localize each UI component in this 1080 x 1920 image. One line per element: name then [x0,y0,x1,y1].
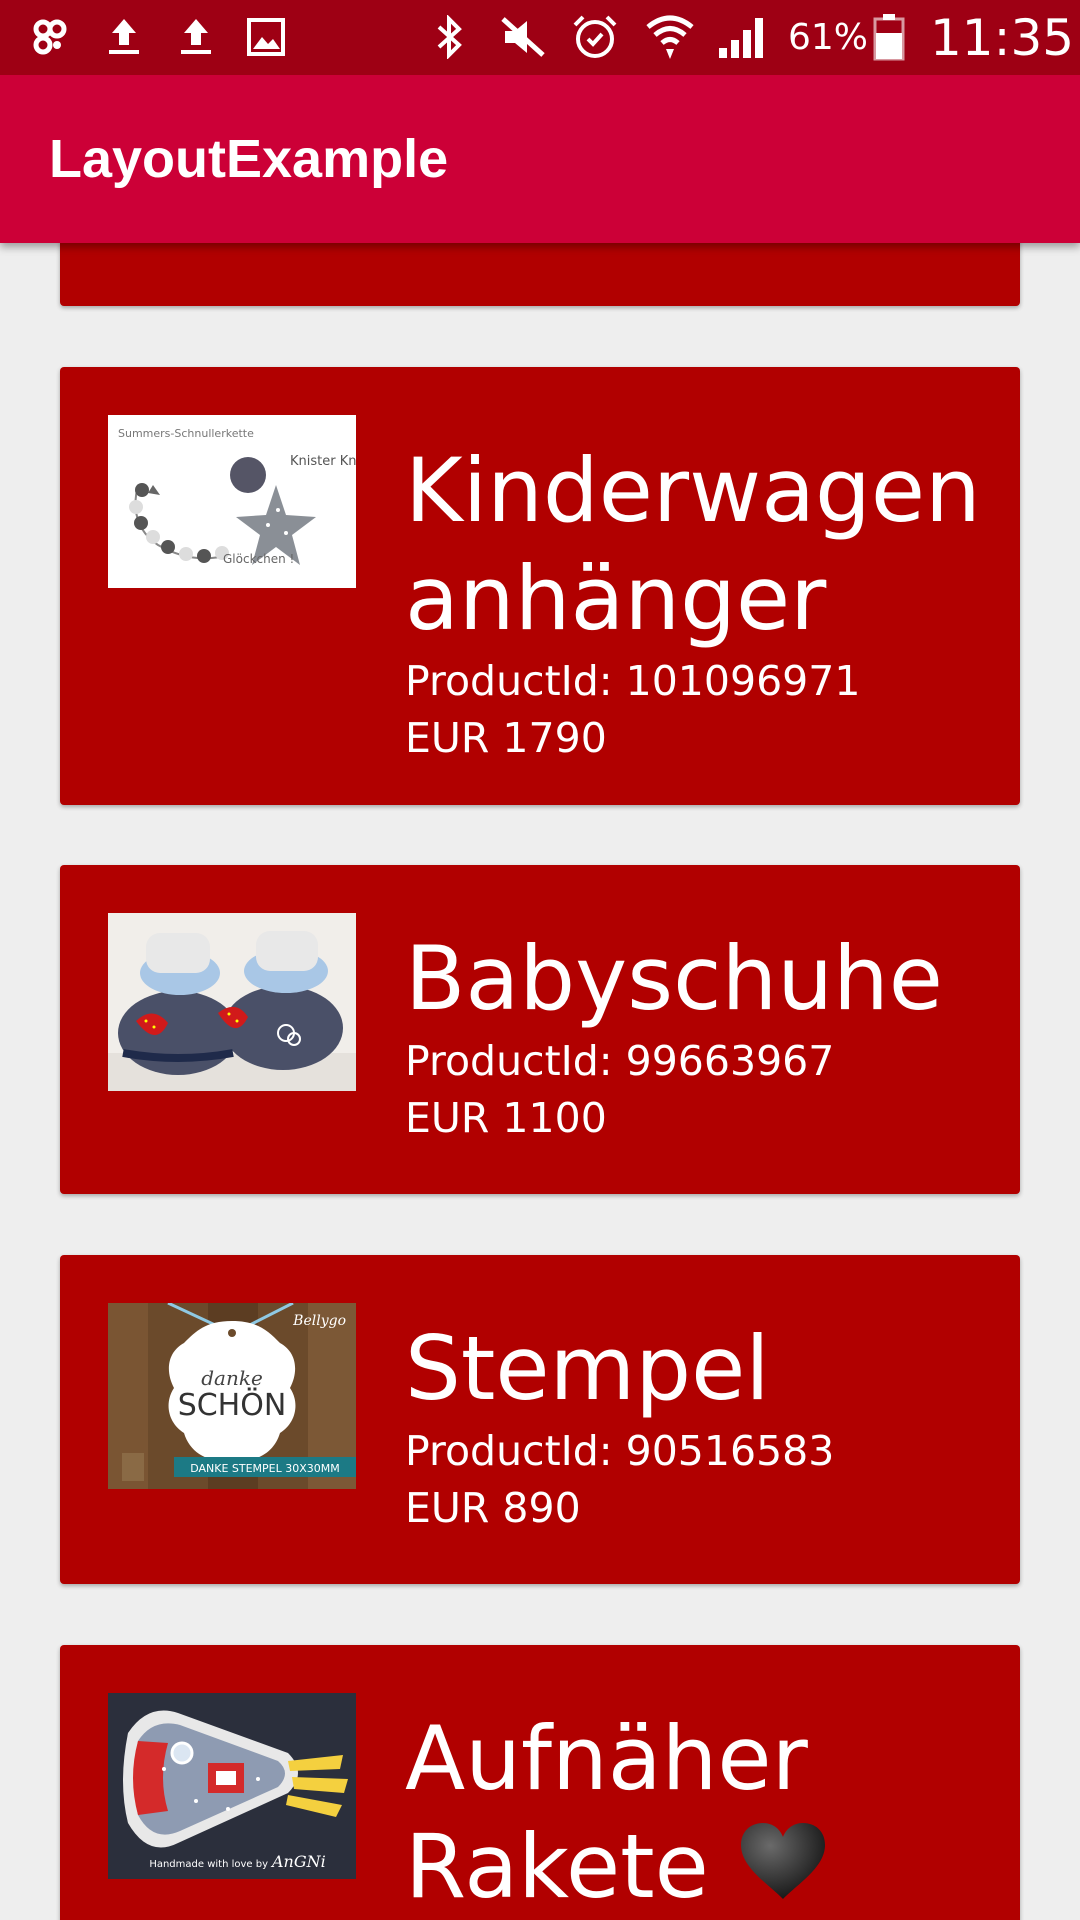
product-name: Kinderwagen [405,439,981,542]
vibrate-icon [498,12,548,62]
thumb-caption-right: Knister Knister !! [290,454,356,469]
product-card[interactable]: danke SCHÖN Bellygo DANKE STEMPEL 30X30M… [60,1255,1020,1584]
thumb-caption-left: Summers-Schnullerkette [118,427,254,440]
product-price: EUR 1100 [405,1094,607,1142]
notification-icon [28,12,72,62]
thumb-caption-bottom: Glöckchen ! [223,552,294,566]
product-info: Babyschuhe ProductId: 99663967 EUR 1100 [405,925,1000,1147]
thumb-brand: AnGNi [270,1852,326,1871]
product-name: Stempel [405,1317,770,1420]
product-image: Summers-Schnullerkette Knister Knister !… [108,415,356,588]
product-price: EUR 890 [405,1484,581,1532]
image-icon [244,12,288,62]
product-card[interactable]: Babyschuhe ProductId: 99663967 EUR 1100 [60,865,1020,1194]
product-name-line2: Rakete [405,1813,1000,1920]
status-bar: 61% 11:35 [0,0,1080,75]
thumb-caption: Handmade with love by [149,1859,268,1870]
upload-icon [174,12,218,62]
thumb-banner: DANKE STEMPEL 30X30MM [190,1462,340,1475]
product-id: ProductId: 90516583 [405,1427,835,1475]
clock: 11:35 [930,8,1075,67]
product-info: Aufnäher Rakete [405,1705,1000,1920]
upload-icon [102,12,146,62]
battery-percent: 61% [788,17,869,58]
product-id: ProductId: 101096971 [405,657,861,705]
alarm-icon [570,12,620,62]
bluetooth-icon [428,12,472,62]
product-image: danke SCHÖN Bellygo DANKE STEMPEL 30X30M… [108,1303,356,1489]
product-price: EUR 1790 [405,714,607,762]
product-name: Babyschuhe [405,927,943,1030]
battery-icon [870,12,908,62]
product-card[interactable]: Summers-Schnullerkette Knister Knister !… [60,367,1020,805]
product-info: Stempel ProductId: 90516583 EUR 890 [405,1315,1000,1537]
product-name: Aufnäher [405,1707,808,1810]
product-list[interactable]: Summers-Schnullerkette Knister Knister !… [0,0,1080,1920]
signal-icon [716,12,768,62]
product-card[interactable]: Handmade with love by AnGNi Aufnäher Rak… [60,1645,1020,1920]
heart-icon [737,1819,829,1920]
app-title: LayoutExample [49,129,449,189]
product-name-line2-text: Rakete [405,1815,709,1918]
product-info: Kinderwagen anhänger ProductId: 10109697… [405,437,1000,767]
thumb-brand: Bellygo [292,1313,346,1329]
app-bar: LayoutExample [0,75,1080,243]
thumb-main-text: SCHÖN [178,1387,287,1423]
wifi-icon [642,12,698,62]
product-name-line2: anhänger [405,547,827,650]
product-id: ProductId: 99663967 [405,1037,835,1085]
thumb-script-text: danke [201,1366,263,1390]
product-image: Handmade with love by AnGNi [108,1693,356,1879]
product-image [108,913,356,1091]
